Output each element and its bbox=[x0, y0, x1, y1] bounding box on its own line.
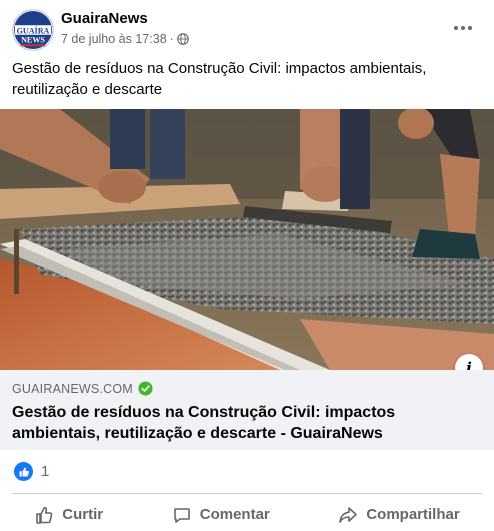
link-title[interactable]: Gestão de resíduos na Construção Civil: … bbox=[12, 402, 482, 444]
reactions-summary[interactable]: 1 bbox=[14, 462, 49, 481]
link-domain: GUAIRANEWS.COM bbox=[12, 381, 133, 396]
link-domain-row: GUAIRANEWS.COM bbox=[12, 381, 482, 396]
post-meta: 7 de julho às 17:38 · bbox=[61, 32, 189, 46]
share-icon bbox=[339, 506, 358, 523]
avatar-text-top: GUAÍRA bbox=[17, 25, 50, 35]
like-button-label: Curtir bbox=[62, 506, 104, 523]
page-name[interactable]: GuairaNews bbox=[61, 10, 148, 27]
link-preview-image[interactable] bbox=[0, 109, 494, 370]
post-text: Gestão de resíduos na Construção Civil: … bbox=[12, 60, 427, 98]
post-header: GUAÍRA NEWS GuairaNews 7 de julho às 17:… bbox=[0, 0, 494, 56]
globe-icon[interactable] bbox=[177, 33, 189, 45]
avatar[interactable]: GUAÍRA NEWS bbox=[12, 9, 54, 51]
comment-icon bbox=[173, 507, 190, 523]
link-preview-card[interactable]: i GUAIRANEWS.COM Gestão de resíduos na C… bbox=[0, 109, 494, 450]
facebook-post: GUAÍRA NEWS GuairaNews 7 de julho às 17:… bbox=[0, 0, 494, 531]
like-button[interactable]: Curtir bbox=[24, 501, 113, 529]
divider bbox=[12, 493, 482, 494]
post-date[interactable]: 7 de julho às 17:38 bbox=[61, 32, 167, 46]
guairanews-logo: GUAÍRA NEWS bbox=[13, 10, 53, 50]
more-options-icon[interactable] bbox=[452, 18, 474, 38]
verified-icon bbox=[138, 381, 153, 396]
comment-button-label: Comentar bbox=[199, 506, 270, 523]
link-info[interactable]: GUAIRANEWS.COM Gestão de resíduos na Con… bbox=[0, 370, 494, 450]
share-button-label: Compartilhar bbox=[366, 506, 460, 523]
share-button[interactable]: Compartilhar bbox=[328, 501, 469, 529]
like-icon bbox=[36, 506, 53, 524]
like-reaction-icon bbox=[14, 462, 33, 481]
post-actions: Curtir Comentar Compartilhar bbox=[0, 498, 494, 531]
avatar-text-bottom: NEWS bbox=[21, 35, 45, 44]
meta-separator: · bbox=[169, 32, 174, 46]
comment-button[interactable]: Comentar bbox=[162, 501, 280, 529]
construction-photo bbox=[0, 109, 494, 370]
reaction-count[interactable]: 1 bbox=[41, 463, 49, 480]
